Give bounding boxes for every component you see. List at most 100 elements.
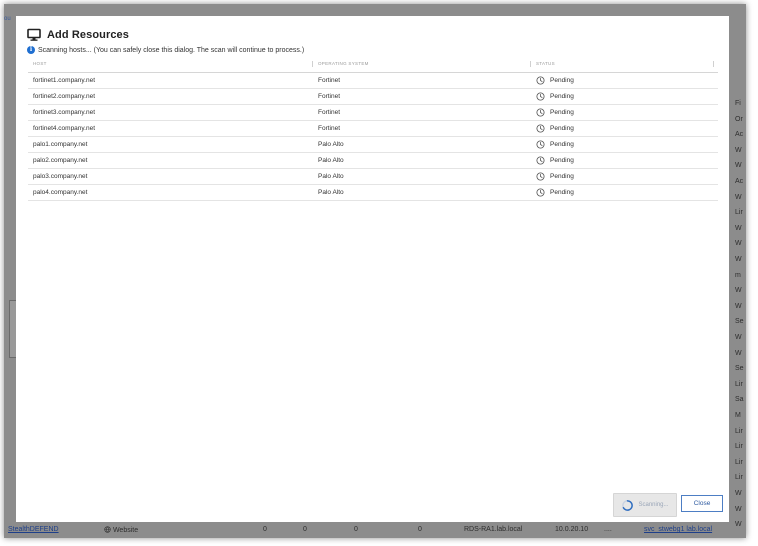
table-row[interactable]: palo4.company.net Palo Alto Pending [28, 185, 718, 201]
host-cell: fortinet3.company.net [33, 109, 96, 116]
host-cell: palo4.company.net [33, 189, 88, 196]
os-cell: Fortinet [318, 77, 341, 84]
table-row[interactable]: fortinet1.company.net Fortinet Pending [28, 73, 718, 89]
os-cell: Palo Alto [318, 157, 344, 164]
bg-row-c4: 0 [418, 526, 422, 533]
bg-right-item: W [735, 162, 742, 170]
bg-right-item: Se [735, 318, 744, 326]
bg-right-item: W [735, 349, 742, 357]
scanning-button[interactable]: Scanning... [613, 493, 677, 517]
os-cell: Palo Alto [318, 141, 344, 148]
host-cell: fortinet2.company.net [33, 93, 96, 100]
bg-right-item: Lir [735, 474, 743, 482]
table-header: HOST OPERATING SYSTEM STATUS [28, 58, 718, 73]
status-text: Pending [550, 108, 574, 116]
column-resize-handle[interactable] [530, 61, 531, 67]
status-text: Pending [550, 124, 574, 132]
bg-right-item: Lir [735, 443, 743, 451]
scanning-button-label: Scanning... [638, 502, 669, 508]
clock-icon [536, 187, 545, 197]
info-icon: i [27, 46, 35, 54]
status-cell: Pending [536, 139, 574, 149]
column-header-host[interactable]: HOST [33, 61, 47, 66]
bg-right-item: Or [735, 115, 743, 123]
status-text: Pending [550, 76, 574, 84]
bg-row-link: svc_stwebg1 lab.local [644, 526, 713, 533]
host-cell: fortinet1.company.net [33, 77, 96, 84]
dialog-header: Add Resources [27, 25, 129, 45]
bg-right-item: Lir [735, 380, 743, 388]
table-row[interactable]: fortinet2.company.net Fortinet Pending [28, 89, 718, 105]
table-row[interactable]: palo2.company.net Palo Alto Pending [28, 153, 718, 169]
bg-right-item: W [735, 256, 742, 263]
dialog-footer: Scanning... Close [613, 493, 723, 517]
bg-right-column: Fi Or Ac W W Ac W Lir W W Wm W W Se W W Se Lir Sa M Lir Lir Li… [733, 100, 746, 538]
bg-right-item: M [735, 412, 741, 419]
status-cell: Pending [536, 171, 574, 181]
bg-right-item: W [735, 224, 742, 232]
table-row[interactable]: fortinet4.company.net Fortinet Pending [28, 121, 718, 137]
bg-right-item: Ac [735, 131, 744, 139]
host-cell: palo1.company.net [33, 141, 88, 148]
bg-right-item: Se [735, 365, 744, 373]
bg-row-name: StealthDEFEND [8, 526, 59, 533]
bg-right-item: Lir [735, 427, 743, 435]
scan-notice-text: Scanning hosts... (You can safely close … [38, 46, 305, 54]
clock-icon [536, 75, 545, 85]
status-text: Pending [550, 172, 574, 180]
bg-table-row: StealthDEFEND Website 0 0 0 0 RDS-RA1.la… [4, 522, 746, 538]
bg-right-item: Lir [735, 458, 743, 466]
status-text: Pending [550, 92, 574, 100]
clock-icon [536, 155, 545, 165]
bg-right-item: Fi [735, 100, 741, 107]
os-cell: Fortinet [318, 125, 341, 132]
bg-right-item: Lir [735, 209, 743, 217]
dialog-title: Add Resources [47, 29, 129, 41]
table-row[interactable]: fortinet3.company.net Fortinet Pending [28, 105, 718, 121]
close-button[interactable]: Close [681, 495, 723, 512]
bg-right-item: W [735, 334, 742, 341]
status-cell: Pending [536, 107, 574, 117]
clock-icon [536, 107, 545, 117]
status-cell: Pending [536, 187, 574, 197]
globe-icon [104, 526, 111, 533]
os-cell: Fortinet [318, 93, 341, 100]
scan-notice: i Scanning hosts... (You can safely clos… [27, 46, 304, 54]
clock-icon [536, 139, 545, 149]
status-text: Pending [550, 140, 574, 148]
os-cell: Palo Alto [318, 173, 344, 180]
host-cell: palo2.company.net [33, 157, 88, 164]
bg-right-item: W [735, 240, 742, 248]
host-cell: fortinet4.company.net [33, 125, 96, 132]
bg-right-item: Sa [735, 396, 744, 404]
clock-icon [536, 91, 545, 101]
bg-right-item: m [735, 271, 741, 279]
status-cell: Pending [536, 91, 574, 101]
bg-row-type: Website [104, 526, 138, 534]
column-resize-handle[interactable] [713, 61, 714, 67]
status-text: Pending [550, 156, 574, 164]
clock-icon [536, 123, 545, 133]
os-cell: Palo Alto [318, 189, 344, 196]
status-cell: Pending [536, 155, 574, 165]
column-header-status[interactable]: STATUS [536, 61, 555, 66]
table-row[interactable]: palo3.company.net Palo Alto Pending [28, 169, 718, 185]
status-cell: Pending [536, 123, 574, 133]
bg-right-item: Ac [735, 178, 744, 185]
host-cell: palo3.company.net [33, 173, 88, 180]
spinner-icon [621, 499, 634, 512]
column-header-os[interactable]: OPERATING SYSTEM [318, 61, 369, 66]
bg-row-c2: 0 [303, 526, 307, 533]
bg-row-host: RDS-RA1.lab.local [464, 526, 523, 533]
bg-right-item: W [735, 287, 742, 295]
bg-row-ip: 10.0.20.10 [555, 526, 589, 533]
bg-left-link: ou [4, 16, 11, 22]
bg-right-item: W [735, 193, 742, 201]
status-text: Pending [550, 188, 574, 196]
table-body: fortinet1.company.net Fortinet Pending fort… [28, 73, 718, 201]
bg-right-item: W [735, 146, 742, 154]
column-resize-handle[interactable] [312, 61, 313, 67]
bg-right-item: W [735, 490, 742, 497]
table-row[interactable]: palo1.company.net Palo Alto Pending [28, 137, 718, 153]
add-resources-dialog: Add Resources i Scanning hosts... (You c… [16, 16, 729, 522]
